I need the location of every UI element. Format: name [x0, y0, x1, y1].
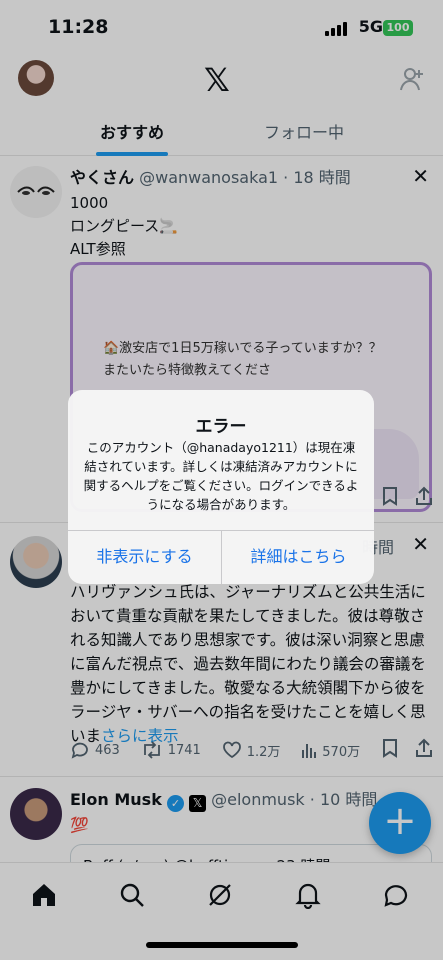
hide-button[interactable]: 非表示にする	[68, 530, 221, 584]
dialog-title: エラー	[195, 417, 247, 437]
dialog-message: このアカウント（@hanadayo1211）は現在凍結されています。詳しくは凍結…	[83, 440, 359, 512]
details-button[interactable]: 詳細はこちら	[222, 530, 374, 584]
error-dialog: エラー このアカウント（@hanadayo1211）は現在凍結されています。詳し…	[68, 390, 374, 584]
